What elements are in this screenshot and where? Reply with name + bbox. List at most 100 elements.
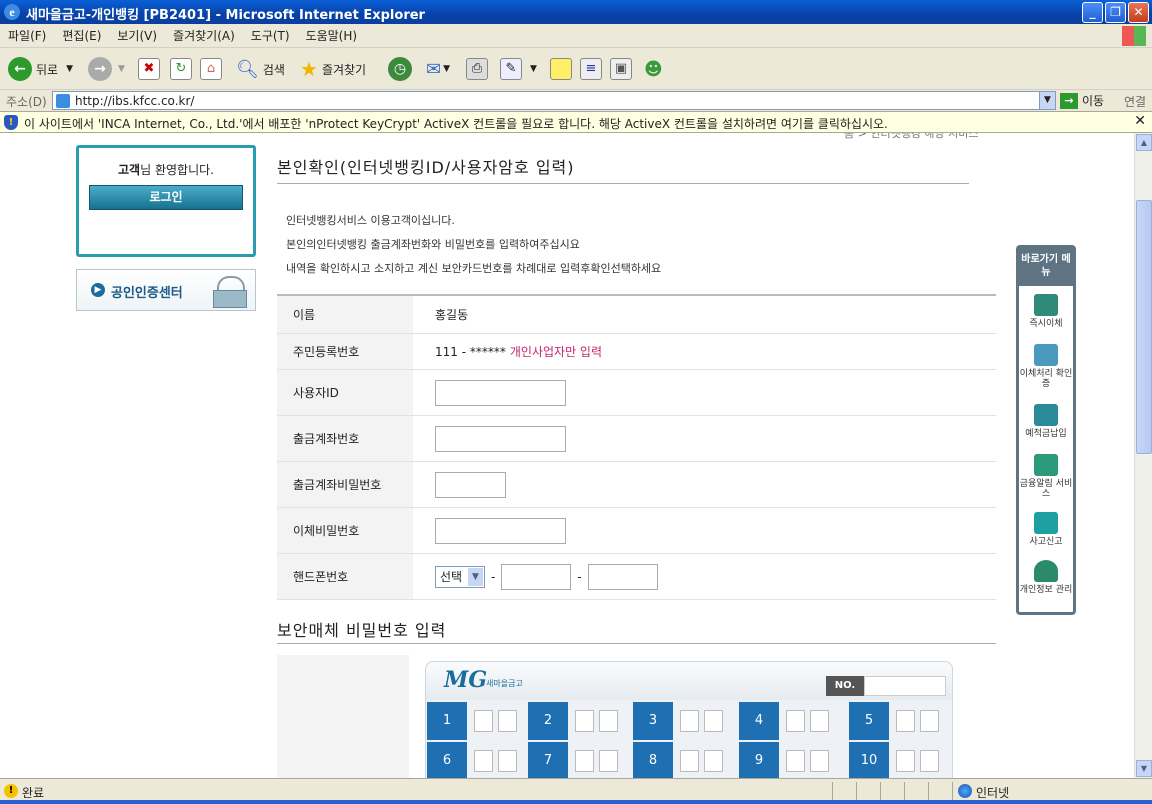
quick-menu: 바로가기 메뉴 즉시이체 이체처리 확인증 예적금납입 금융알림 서비스 사고신… [1016,245,1076,615]
card-cell-number: 3 [633,702,673,740]
favorites-button[interactable]: ★ 즐겨찾기 [300,56,366,82]
scroll-down-icon[interactable]: ▼ [1136,760,1152,777]
quick-item-alert[interactable]: 금융알림 서비스 [1019,454,1073,499]
userid-label: 사용자ID [277,370,413,415]
info-bar[interactable]: ! 이 사이트에서 'INCA Internet, Co., Ltd.'에서 배… [0,112,1152,133]
transfer-pw-input[interactable] [435,517,566,544]
card-digit-blank [498,750,517,772]
card-digit-blank [810,710,829,732]
address-label: 주소(D) [6,95,47,109]
intro-line: 본인의인터넷뱅킹 출금계좌번화와 비밀번호를 입력하여주십시요 [286,238,580,251]
go-arrow-icon: → [1060,92,1078,109]
card-digit-blank [599,750,618,772]
account-pw-label: 출금계좌비밀번호 [277,462,413,507]
card-no-box [864,676,946,696]
close-button[interactable]: ✕ [1128,2,1149,23]
card-cell-number: 2 [528,702,568,740]
chevron-down-icon[interactable]: ▼ [1039,92,1055,109]
card-cell-number: 6 [427,742,467,778]
address-bar: 주소(D) http://ibs.kfcc.co.kr/ ▼ → 이동 연결 [0,90,1152,112]
back-button[interactable]: ← 뒤로 ▼ [8,56,73,82]
research-icon: ≡ [580,58,602,80]
history-button[interactable]: ◷ [388,56,412,82]
account-pw-input[interactable] [435,471,506,498]
info-bar-text[interactable]: 이 사이트에서 'INCA Internet, Co., Ltd.'에서 배포한… [24,115,888,132]
card-cell-number: 9 [739,742,779,778]
quick-item-profile[interactable]: 개인정보 관리 [1019,560,1073,595]
edit-button[interactable]: ✎ ▼ [500,56,537,82]
quick-item-receipt[interactable]: 이체처리 확인증 [1019,344,1073,389]
cert-center-button[interactable]: ▶ 공인인증센터 [76,269,256,311]
search-icon: 🔍︎ [236,58,259,80]
phone-prefix-select[interactable]: 선택 ▼ [435,565,485,588]
card-digit-blank [704,750,723,772]
chevron-down-icon: ▼ [468,567,483,586]
maximize-button[interactable]: ❐ [1105,2,1126,23]
print-button[interactable]: ⎙ [466,56,488,82]
globe-icon [958,784,972,798]
mail-button[interactable]: ✉ ▼ [426,56,450,82]
quick-item-transfer[interactable]: 즉시이체 [1019,294,1073,329]
card-digit-blank [575,750,594,772]
home-button[interactable]: ⌂ [200,56,222,82]
back-arrow-icon: ← [8,57,32,81]
address-url[interactable]: http://ibs.kfcc.co.kr/ [75,94,194,108]
name-value: 홍길동 [435,308,469,322]
forward-button[interactable]: → ▼ [88,56,125,82]
research-button[interactable]: ≡ [580,56,602,82]
transfer-icon [1034,294,1058,316]
account-input[interactable] [435,425,566,452]
login-button[interactable]: 로그인 [89,185,243,210]
search-button[interactable]: 🔍︎ 검색 [236,56,285,82]
menu-favorites[interactable]: 즐겨찾기(A) [165,24,243,48]
stop-button[interactable]: ✖ [138,56,160,82]
address-input[interactable]: http://ibs.kfcc.co.kr/ ▼ [52,91,1056,110]
form-row-phone: 핸드폰번호 선택 ▼ - - [277,554,996,600]
media-button[interactable]: ▣ [610,56,632,82]
close-icon[interactable]: ✕ [1134,113,1146,129]
chevron-down-icon: ▼ [443,64,451,74]
chevron-down-icon: ▼ [118,64,125,74]
card-digit-blank [474,750,493,772]
scroll-up-icon[interactable]: ▲ [1136,134,1152,151]
siren-icon [1034,512,1058,534]
discuss-button[interactable] [550,56,572,82]
card-cell-number: 5 [849,702,889,740]
card-digit-blank [680,710,699,732]
links-button[interactable]: 연결 [1124,93,1146,110]
card-digit-blank [920,750,939,772]
rrn-label: 주민등록번호 [277,334,413,369]
security-card: MG 새마을금고 NO. 1 2 3 4 5 6 7 8 9 10 [425,661,953,778]
phone-last-input[interactable] [587,563,658,590]
card-no-label: NO. [826,676,864,696]
form-row-account: 출금계좌번호 [277,416,996,462]
userid-input[interactable] [435,379,566,406]
menu-tools[interactable]: 도구(T) [243,24,298,48]
messenger-button[interactable]: ☻ [644,56,663,82]
mg-logo: MG [444,667,488,693]
quick-item-report[interactable]: 사고신고 [1019,512,1073,547]
welcome-text: 고객님 환영합니다. [118,163,214,177]
arrow-circle-icon: ▶ [91,283,105,297]
form-row-userid: 사용자ID [277,370,996,416]
vertical-scrollbar[interactable]: ▲ ▼ [1134,133,1152,778]
go-button[interactable]: → 이동 [1060,92,1104,109]
chevron-down-icon[interactable]: ▼ [66,64,73,74]
form-row-name: 이름 홍길동 [277,296,996,334]
menu-edit[interactable]: 편집(E) [54,24,109,48]
card-digit-blank [920,710,939,732]
phone-middle-input[interactable] [501,563,572,590]
refresh-button[interactable]: ↻ [170,56,192,82]
menu-view[interactable]: 보기(V) [109,24,165,48]
windows-logo-icon [1122,26,1146,46]
scroll-thumb[interactable] [1136,200,1152,454]
rrn-value: 111 - ****** [435,344,506,359]
minimize-button[interactable]: _ [1082,2,1103,23]
card-digit-blank [810,750,829,772]
quick-item-deposit[interactable]: 예적금납입 [1019,404,1073,439]
menu-help[interactable]: 도움말(H) [298,24,366,48]
card-digit-blank [786,750,805,772]
note-icon [550,58,572,80]
menu-file[interactable]: 파일(F) [0,24,54,48]
card-digit-blank [680,750,699,772]
